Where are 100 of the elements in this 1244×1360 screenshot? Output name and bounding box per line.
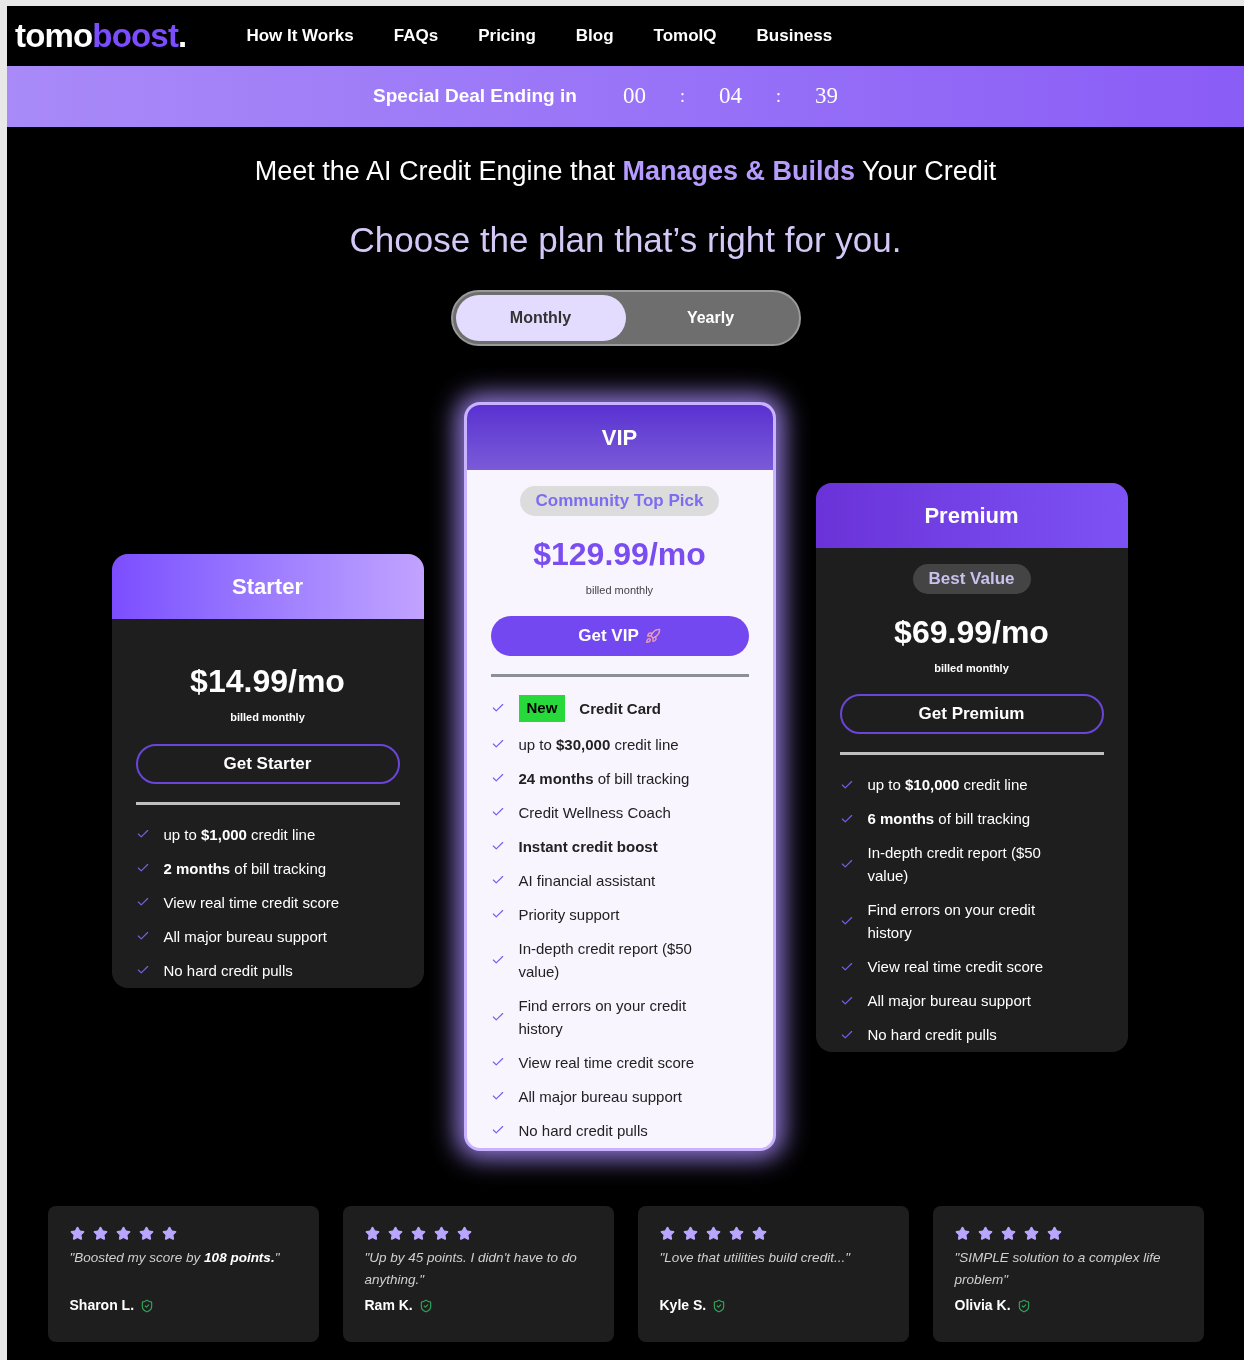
billing-note: billed monthly <box>585 582 654 598</box>
nav-link[interactable]: FAQs <box>393 23 439 49</box>
star-icon <box>410 1226 426 1241</box>
check-icon <box>490 839 505 853</box>
billing-note: billed monthly <box>934 660 1009 676</box>
feature-text: All major bureau support <box>867 991 1032 1011</box>
star-icon <box>682 1226 698 1241</box>
check-icon <box>490 771 505 785</box>
nav-link[interactable]: Pricing <box>478 23 536 49</box>
countdown-separator: : <box>679 85 685 108</box>
billing-option[interactable]: Monthly <box>455 295 626 341</box>
plan-button[interactable]: Get VIP <box>490 616 749 656</box>
feature-text: up to $1,000 credit line <box>163 824 317 845</box>
feature-text: View real time credit score <box>518 1052 696 1073</box>
check-icon <box>490 1123 505 1137</box>
star-icon <box>1023 1226 1039 1241</box>
headline: Meet the AI Credit Engine that Manages & Builds Your Credit <box>253 155 998 188</box>
star-icon <box>705 1226 721 1241</box>
star-icon <box>433 1226 449 1241</box>
deal-label: Special Deal Ending in <box>373 84 577 109</box>
star-icon <box>977 1226 993 1241</box>
star-icon <box>161 1226 177 1241</box>
feature-text: AI financial assistant <box>518 870 657 891</box>
new-tag: New <box>518 695 566 722</box>
check-icon <box>490 805 505 819</box>
plan-badge: Community Top Pick <box>519 486 720 516</box>
rocket-icon <box>644 628 661 644</box>
feature-text: up to $10,000 credit line <box>867 775 1029 795</box>
feature-text: 6 months of bill tracking <box>867 809 1032 829</box>
feature-text: No hard credit pulls <box>867 1025 998 1045</box>
plan-name: Starter <box>232 573 303 601</box>
subheadline: Choose the plan that’s right for you. <box>348 218 903 261</box>
nav-link[interactable]: How It Works <box>246 23 354 49</box>
feature-text: View real time credit score <box>867 957 1045 977</box>
logo[interactable]: tomoboost. <box>15 11 187 61</box>
billing-option[interactable]: Yearly <box>625 295 796 341</box>
plan-price: $129.99/mo <box>533 534 706 574</box>
star-icon <box>1046 1226 1062 1241</box>
star-icon <box>115 1226 131 1241</box>
nav-link[interactable]: Business <box>756 23 833 49</box>
feature-text: View real time credit score <box>163 892 341 913</box>
star-icon <box>751 1226 767 1241</box>
feature-text: Find errors on your credit history <box>518 995 688 1039</box>
plan-name: Premium <box>924 502 1019 530</box>
check-icon <box>135 861 150 875</box>
nav-link[interactable]: Blog <box>575 23 614 49</box>
check-icon <box>839 857 854 871</box>
star-icon <box>387 1226 403 1241</box>
star-icon <box>138 1226 154 1241</box>
feature-text: In-depth credit report ($50 value) <box>867 843 1042 886</box>
feature-text: Credit Wellness Coach <box>518 802 672 823</box>
review-author: Olivia K. <box>954 1296 1011 1315</box>
review-author: Ram K. <box>364 1296 413 1315</box>
review-quote: "Love that utilities build credit..." <box>659 1249 852 1267</box>
plan-price: $69.99/mo <box>894 612 1049 652</box>
plan-button[interactable]: Get Starter <box>135 743 400 784</box>
feature-text: All major bureau support <box>163 926 328 947</box>
check-icon <box>135 895 150 909</box>
star-icon <box>728 1226 744 1241</box>
feature-text: In-depth credit report ($50 value) <box>518 938 693 982</box>
star-icon <box>954 1226 970 1241</box>
review-author: Sharon L. <box>69 1296 135 1315</box>
feature-text: 24 months of bill tracking <box>518 768 691 789</box>
review-quote: "Boosted my score by 108 points." <box>69 1249 281 1267</box>
billing-note: billed monthly <box>230 710 305 725</box>
countdown-number: 04 <box>718 82 742 111</box>
feature-text: Priority support <box>518 904 621 925</box>
feature-text: 2 months of bill tracking <box>163 858 328 879</box>
feature-text: Instant credit boost <box>518 836 659 857</box>
star-icon <box>456 1226 472 1241</box>
check-icon <box>490 907 505 921</box>
check-icon <box>490 873 505 887</box>
feature-text: up to $30,000 credit line <box>518 734 680 755</box>
check-icon <box>490 737 505 751</box>
check-icon <box>135 929 150 943</box>
star-icon <box>364 1226 380 1241</box>
nav-link[interactable]: TomoIQ <box>653 23 717 49</box>
feature-text: No hard credit pulls <box>163 960 294 981</box>
feature-text: Find errors on your credit history <box>867 900 1037 943</box>
plan-price: $14.99/mo <box>190 662 345 701</box>
countdown-number: 00 <box>622 82 646 111</box>
countdown-separator: : <box>775 85 781 108</box>
feature-text: All major bureau support <box>518 1086 683 1107</box>
check-icon <box>839 914 854 928</box>
countdown-number: 39 <box>814 82 838 111</box>
check-icon <box>490 1055 505 1069</box>
star-icon <box>659 1226 675 1241</box>
star-icon <box>69 1226 85 1241</box>
review-quote: "Up by 45 points. I didn't have to do anything." <box>364 1249 578 1289</box>
plan-button[interactable]: Get Premium <box>839 694 1104 734</box>
check-icon <box>135 827 150 841</box>
star-icon <box>92 1226 108 1241</box>
feature-text: Credit Card <box>579 698 663 719</box>
check-icon <box>490 1089 505 1103</box>
plan-badge: Best Value <box>912 564 1031 594</box>
check-icon <box>135 963 150 977</box>
feature-text: No hard credit pulls <box>518 1120 649 1141</box>
review-quote: "SIMPLE solution to a complex life problem" <box>954 1249 1162 1289</box>
plan-name: VIP <box>601 424 638 452</box>
star-icon <box>1000 1226 1016 1241</box>
